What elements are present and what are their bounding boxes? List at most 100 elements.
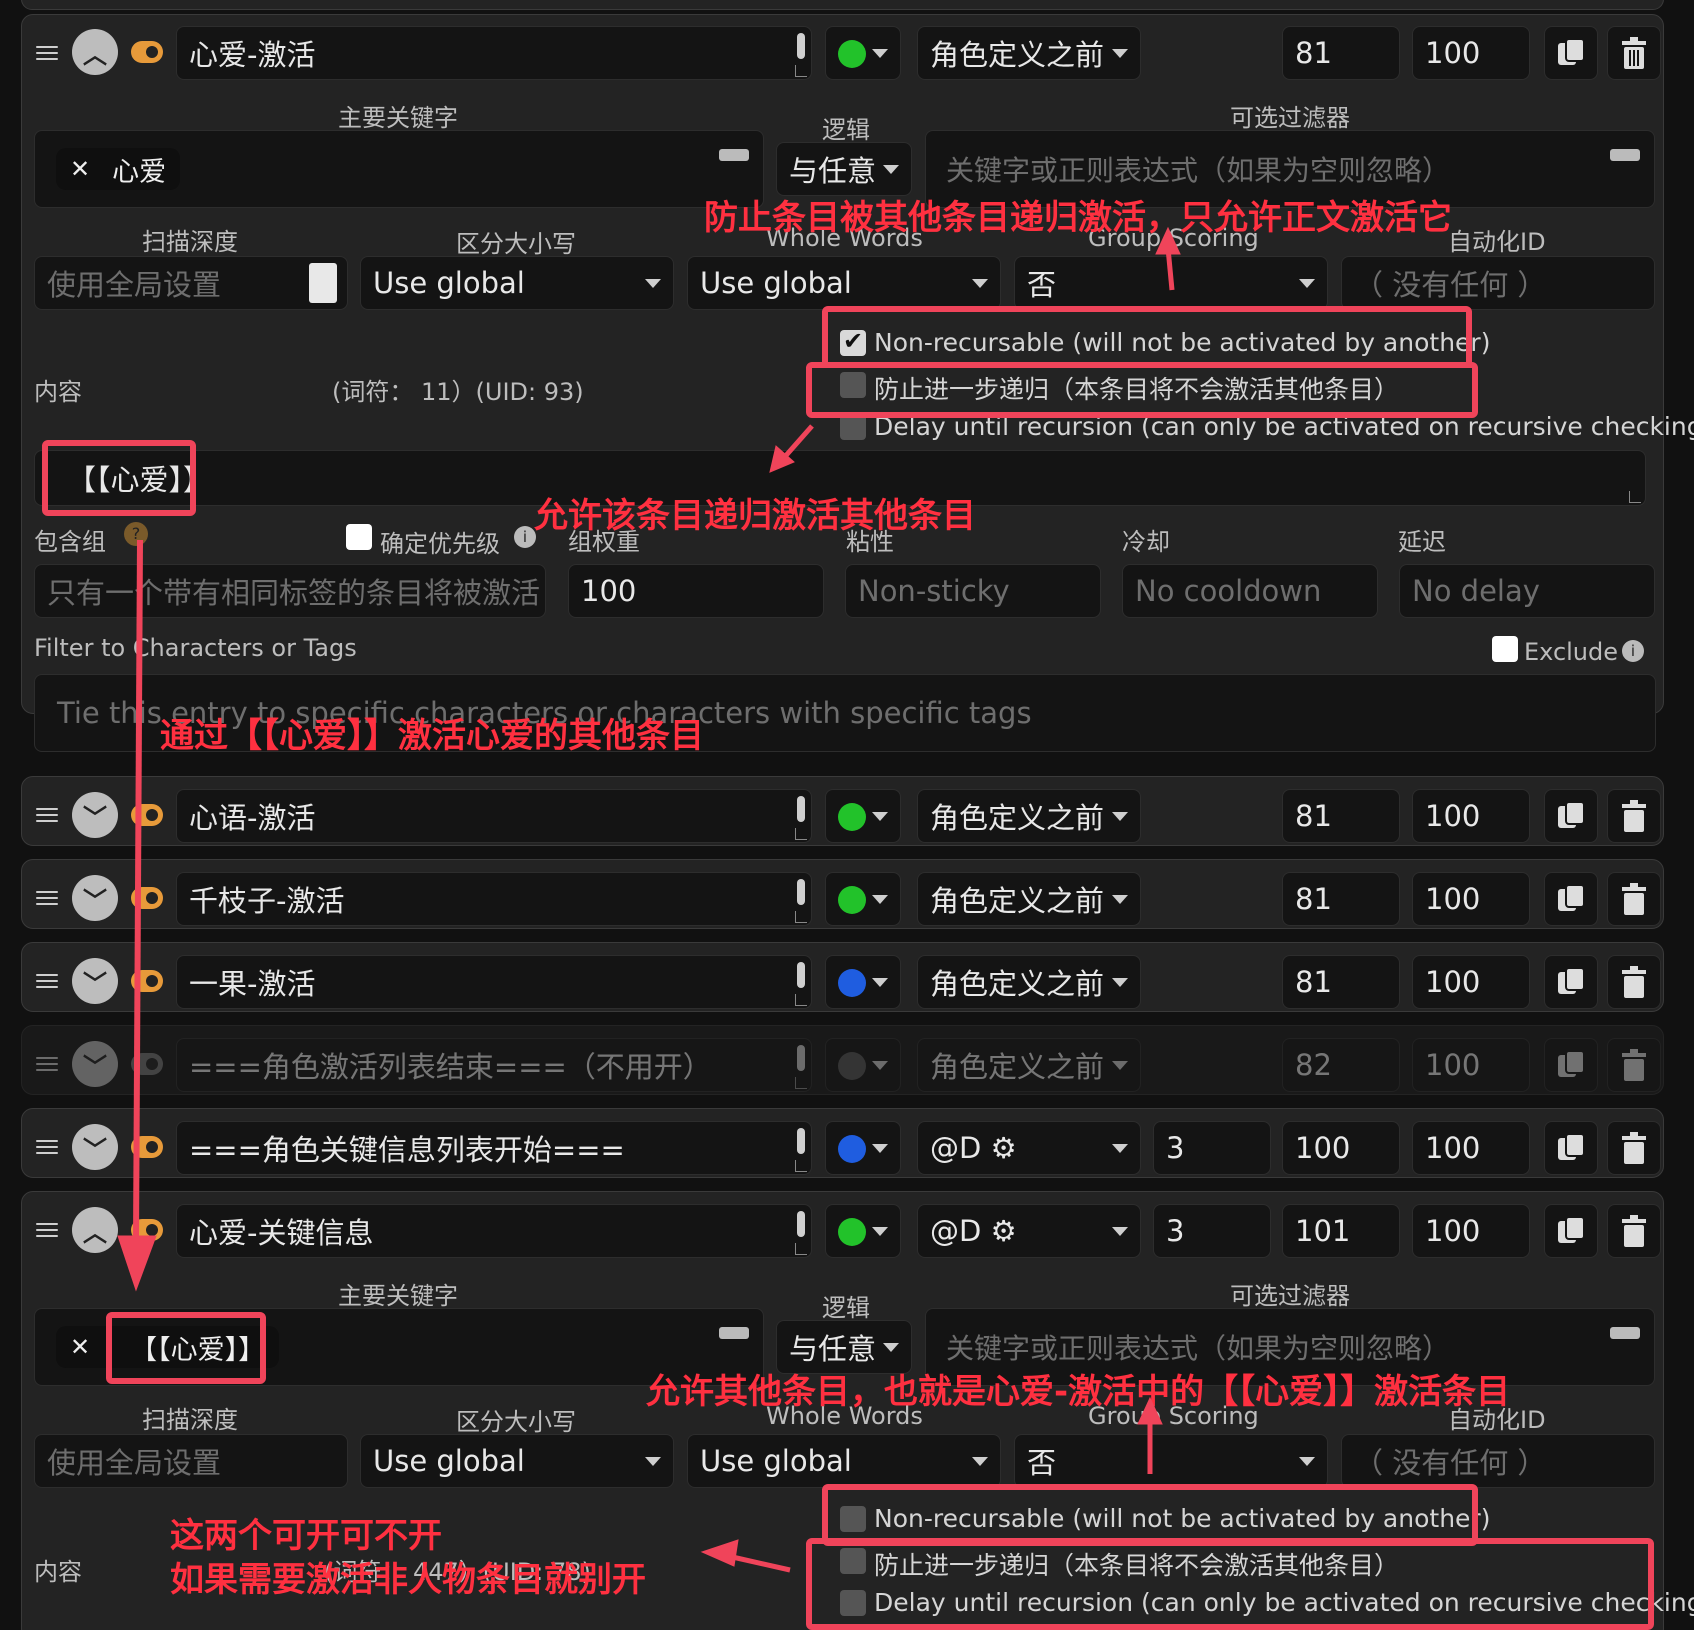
probability-input[interactable]: 100: [1412, 1038, 1530, 1092]
case-sensitive-select[interactable]: Use global: [360, 1434, 674, 1488]
entry-toggle[interactable]: [131, 804, 163, 826]
entry-toggle[interactable]: [131, 1053, 163, 1075]
position-select[interactable]: 角色定义之前: [917, 955, 1141, 1009]
status-select[interactable]: [825, 872, 901, 926]
order-input[interactable]: 100: [1282, 1121, 1400, 1175]
collapse-icon[interactable]: ︿: [72, 29, 118, 75]
copy-icon[interactable]: [1544, 789, 1598, 843]
group-scoring-select[interactable]: 否: [1014, 256, 1328, 310]
automation-id-input[interactable]: （ 没有任何 ）: [1341, 256, 1655, 310]
drag-handle-icon[interactable]: [36, 974, 58, 990]
entry-title-input[interactable]: 一果-激活: [176, 955, 812, 1009]
probability-input[interactable]: 100: [1412, 789, 1530, 843]
delete-icon[interactable]: [1607, 1038, 1661, 1092]
copy-icon[interactable]: [1544, 26, 1598, 80]
copy-icon[interactable]: [1544, 955, 1598, 1009]
spinner-icon[interactable]: [309, 263, 337, 303]
status-select[interactable]: [825, 26, 901, 80]
keyboard-icon: [719, 1327, 749, 1339]
entry-title-input[interactable]: 心语-激活: [176, 789, 812, 843]
entry-title-input[interactable]: ===角色关键信息列表开始===: [176, 1121, 812, 1175]
status-select[interactable]: [825, 1204, 901, 1258]
scan-depth-input[interactable]: 使用全局设置: [34, 1434, 348, 1488]
expand-icon[interactable]: ﹀: [72, 958, 118, 1004]
status-select[interactable]: [825, 1038, 901, 1092]
status-select[interactable]: [825, 789, 901, 843]
automation-id-label: 自动化ID: [1448, 228, 1546, 256]
order-input[interactable]: 81: [1282, 955, 1400, 1009]
order-input[interactable]: 81: [1282, 872, 1400, 926]
entry-title-input[interactable]: 千枝子-激活: [176, 872, 812, 926]
expand-icon[interactable]: ﹀: [72, 792, 118, 838]
drag-handle-icon[interactable]: [36, 808, 58, 824]
exclude-checkbox[interactable]: [1492, 636, 1518, 662]
sticky-input[interactable]: Non-sticky: [845, 564, 1101, 618]
drag-handle-icon[interactable]: [36, 1140, 58, 1156]
whole-words-select[interactable]: Use global: [687, 1434, 1001, 1488]
delete-icon[interactable]: [1607, 1121, 1661, 1175]
drag-handle-icon[interactable]: [36, 891, 58, 907]
cooldown-input[interactable]: No cooldown: [1122, 564, 1378, 618]
copy-icon[interactable]: [1544, 1038, 1598, 1092]
entry-toggle[interactable]: [131, 41, 163, 63]
position-select[interactable]: 角色定义之前: [917, 789, 1141, 843]
drag-handle-icon[interactable]: [36, 46, 58, 62]
entry-title-input[interactable]: 心爱-关键信息: [176, 1204, 812, 1258]
status-select[interactable]: [825, 955, 901, 1009]
order-input[interactable]: 81: [1282, 26, 1400, 80]
depth-input[interactable]: 3: [1153, 1204, 1271, 1258]
position-select[interactable]: 角色定义之前: [917, 26, 1141, 80]
drag-handle-icon[interactable]: [36, 1057, 58, 1073]
position-select[interactable]: @D ⚙: [917, 1121, 1141, 1175]
case-sensitive-select[interactable]: Use global: [360, 256, 674, 310]
delete-icon[interactable]: [1607, 955, 1661, 1009]
order-input[interactable]: 81: [1282, 789, 1400, 843]
status-select[interactable]: [825, 1121, 901, 1175]
position-select[interactable]: 角色定义之前: [917, 1038, 1141, 1092]
delete-icon[interactable]: [1607, 789, 1661, 843]
keyword-tag[interactable]: ✕ 心爱: [56, 148, 181, 190]
order-input[interactable]: 82: [1282, 1038, 1400, 1092]
delete-icon[interactable]: [1607, 26, 1661, 80]
entry-toggle[interactable]: [131, 1219, 163, 1241]
prioritize-checkbox[interactable]: [346, 524, 372, 550]
delay-input[interactable]: No delay: [1399, 564, 1655, 618]
copy-icon[interactable]: [1544, 1204, 1598, 1258]
status-dot-icon: [838, 886, 866, 914]
collapse-icon[interactable]: ︿: [72, 1207, 118, 1253]
probability-input[interactable]: 100: [1412, 872, 1530, 926]
expand-icon[interactable]: ﹀: [72, 875, 118, 921]
whole-words-select[interactable]: Use global: [687, 256, 1001, 310]
copy-icon[interactable]: [1544, 872, 1598, 926]
expand-icon[interactable]: ﹀: [72, 1041, 118, 1087]
logic-select[interactable]: 与任意: [776, 142, 912, 196]
probability-input[interactable]: 100: [1412, 1204, 1530, 1258]
group-weight-input[interactable]: 100: [568, 564, 824, 618]
depth-input[interactable]: 3: [1153, 1121, 1271, 1175]
position-select[interactable]: 角色定义之前: [917, 872, 1141, 926]
group-scoring-select[interactable]: 否: [1014, 1434, 1328, 1488]
inclusion-group-input[interactable]: 只有一个带有相同标签的条目将被激活: [34, 564, 546, 618]
probability-input[interactable]: 100: [1412, 26, 1530, 80]
copy-icon[interactable]: [1544, 1121, 1598, 1175]
scan-depth-input[interactable]: 使用全局设置: [34, 256, 348, 310]
order-input[interactable]: 101: [1282, 1204, 1400, 1258]
entry-toggle[interactable]: [131, 887, 163, 909]
probability-input[interactable]: 100: [1412, 1121, 1530, 1175]
entry-toggle[interactable]: [131, 1136, 163, 1158]
entry-title-input[interactable]: 心爱-激活: [176, 26, 812, 80]
automation-id-input[interactable]: （ 没有任何 ）: [1341, 1434, 1655, 1488]
expand-icon[interactable]: ﹀: [72, 1124, 118, 1170]
keyboard-icon: [1610, 149, 1640, 161]
remove-tag-icon[interactable]: ✕: [70, 155, 90, 183]
delete-icon[interactable]: [1607, 872, 1661, 926]
drag-handle-icon[interactable]: [36, 1223, 58, 1239]
position-select[interactable]: @D ⚙: [917, 1204, 1141, 1258]
delete-icon[interactable]: [1607, 1204, 1661, 1258]
entry-title-input[interactable]: ===角色激活列表结束===（不用开）: [176, 1038, 812, 1092]
probability-input[interactable]: 100: [1412, 955, 1530, 1009]
case-sensitive-label: 区分大小写: [456, 230, 576, 258]
remove-tag-icon[interactable]: ✕: [70, 1333, 90, 1361]
highlight-content: [42, 440, 196, 516]
entry-toggle[interactable]: [131, 970, 163, 992]
